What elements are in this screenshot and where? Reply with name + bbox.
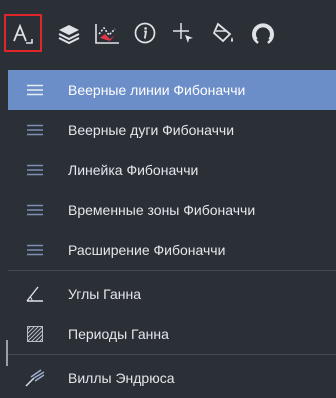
menu-item-label: Периоды Ганна xyxy=(68,326,169,342)
menu-item-label: Временные зоны Фибоначчи xyxy=(68,202,256,218)
lines-icon xyxy=(22,239,48,261)
lines-icon xyxy=(22,159,48,181)
hatch-icon xyxy=(22,323,48,345)
menu-item-fibonacci-time-zones[interactable]: Временные зоны Фибоначчи xyxy=(8,190,336,230)
info-icon xyxy=(134,22,156,44)
menu-item-label: Веерные линии Фибоначчи xyxy=(68,82,246,98)
menu-item-label: Углы Ганна xyxy=(68,286,142,302)
menu-item-gann-periods[interactable]: Периоды Ганна xyxy=(8,314,336,354)
menu-item-fibonacci-fan-arcs[interactable]: Веерные дуги Фибоначчи xyxy=(8,110,336,150)
layers-icon xyxy=(58,25,80,45)
angle-icon xyxy=(22,283,48,305)
menu-item-label: Линейка Фибоначчи xyxy=(68,162,199,178)
menu-item-label: Веерные дуги Фибоначчи xyxy=(68,122,235,138)
lines-icon xyxy=(22,119,48,141)
menu-item-fibonacci-ruler[interactable]: Линейка Фибоначчи xyxy=(8,150,336,190)
fibonacci-tools-menu: Веерные линии Фибоначчи Веерные дуги Фиб… xyxy=(8,70,336,396)
menu-item-fibonacci-extension[interactable]: Расширение Фибоначчи xyxy=(8,230,336,270)
fibonacci-tools-icon xyxy=(13,23,33,44)
crosshair-cursor-button[interactable] xyxy=(164,14,202,52)
info-button[interactable] xyxy=(126,14,164,52)
layers-button[interactable] xyxy=(50,14,88,52)
lines-icon xyxy=(22,199,48,221)
fill-bucket-button[interactable] xyxy=(204,14,242,52)
chart-pattern-icon xyxy=(95,24,119,44)
crosshair-cursor-icon xyxy=(173,23,193,43)
magnet-button[interactable] xyxy=(244,14,282,52)
menu-item-andrews-pitchfork[interactable]: Виллы Эндрюса xyxy=(8,358,336,398)
menu-item-gann-angles[interactable]: Углы Ганна xyxy=(8,274,336,314)
pitchfork-icon xyxy=(22,367,48,389)
menu-item-label: Виллы Эндрюса xyxy=(68,370,175,386)
drawing-toolbar xyxy=(0,0,336,70)
menu-item-fibonacci-fan-lines[interactable]: Веерные линии Фибоначчи xyxy=(8,70,336,110)
chart-pattern-button[interactable] xyxy=(88,14,126,52)
menu-separator xyxy=(8,270,336,271)
menu-separator xyxy=(8,354,336,355)
fibonacci-tools-button[interactable] xyxy=(4,14,42,52)
fill-bucket-icon xyxy=(212,22,233,43)
menu-item-label: Расширение Фибоначчи xyxy=(68,242,226,258)
magnet-icon xyxy=(252,23,274,44)
lines-icon xyxy=(22,79,48,101)
